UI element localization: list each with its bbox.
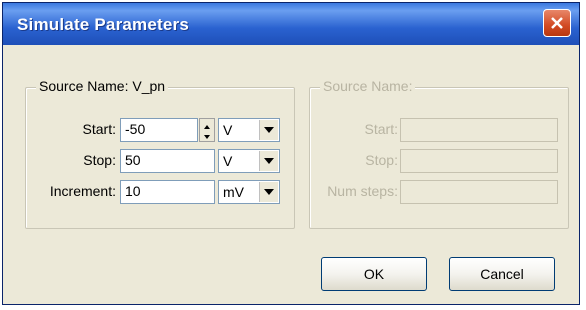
start-label: Start: [82, 121, 116, 137]
start-unit-value: V [223, 122, 233, 138]
increment-unit-select[interactable]: mV [218, 180, 280, 204]
chevron-down-icon [264, 189, 274, 195]
second-start-input [400, 118, 558, 142]
stop-label: Stop: [83, 152, 116, 168]
increment-input[interactable]: 10 [120, 180, 215, 204]
increment-label: Increment: [49, 183, 116, 199]
cancel-button[interactable]: Cancel [449, 257, 555, 291]
dropdown-button[interactable] [259, 182, 278, 202]
start-spinner[interactable] [199, 118, 215, 142]
stop-input[interactable]: 50 [120, 149, 215, 173]
source-group: Source Name: V_pn Start: -50 V Stop: 50 … [25, 78, 295, 229]
start-input[interactable]: -50 [120, 118, 198, 142]
second-start-label: Start: [364, 121, 398, 137]
close-button[interactable] [543, 9, 571, 37]
dropdown-button[interactable] [259, 120, 278, 140]
second-stop-input [400, 149, 558, 173]
stop-unit-select[interactable]: V [218, 149, 280, 173]
second-source-group: Source Name: Start: Stop: Num steps: [309, 78, 569, 229]
num-steps-input [400, 180, 558, 204]
ok-button[interactable]: OK [321, 257, 427, 291]
spin-down-button[interactable] [200, 130, 214, 141]
second-stop-label: Stop: [365, 152, 398, 168]
increment-unit-value: mV [223, 184, 244, 200]
dropdown-button[interactable] [259, 151, 278, 171]
second-source-group-legend: Source Name: [320, 78, 416, 94]
simulate-parameters-dialog: Simulate Parameters Source Name: V_pn St… [2, 2, 580, 305]
start-unit-select[interactable]: V [218, 118, 280, 142]
close-icon [551, 17, 563, 29]
stop-unit-value: V [223, 153, 233, 169]
chevron-down-icon [264, 127, 274, 133]
num-steps-label: Num steps: [327, 183, 398, 199]
source-group-legend: Source Name: V_pn [36, 78, 169, 94]
title-bar[interactable]: Simulate Parameters [3, 3, 579, 45]
arrow-down-icon [204, 135, 210, 139]
spin-up-button[interactable] [200, 119, 214, 130]
chevron-down-icon [264, 158, 274, 164]
dialog-title: Simulate Parameters [17, 15, 189, 34]
